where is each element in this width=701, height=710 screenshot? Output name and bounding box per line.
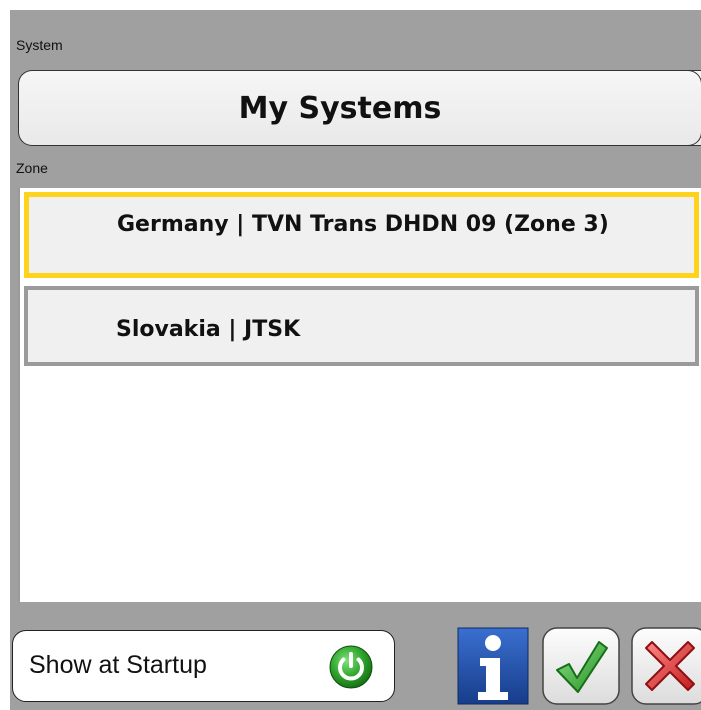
power-icon <box>329 645 373 689</box>
zone-list[interactable]: Germany | TVN Trans DHDN 09 (Zone 3) Slo… <box>18 188 701 602</box>
system-selector-button[interactable]: My Systems <box>18 70 701 146</box>
zone-label: Zone <box>16 160 48 176</box>
system-selector-edge <box>682 70 701 146</box>
system-selector-label: My Systems <box>238 90 442 126</box>
zone-item-label: Slovakia | JTSK <box>116 317 301 342</box>
system-label: System <box>16 37 63 53</box>
show-at-startup-label: Show at Startup <box>29 651 207 679</box>
zone-list-item-selected[interactable]: Germany | TVN Trans DHDN 09 (Zone 3) <box>24 192 699 278</box>
zone-item-label: Germany | TVN Trans DHDN 09 (Zone 3) <box>117 212 609 237</box>
cancel-button[interactable] <box>630 626 701 706</box>
zone-list-item[interactable]: Slovakia | JTSK <box>24 286 699 366</box>
ok-button[interactable] <box>541 626 621 706</box>
info-icon[interactable] <box>456 626 530 706</box>
show-at-startup-toggle[interactable]: Show at Startup <box>12 630 395 702</box>
